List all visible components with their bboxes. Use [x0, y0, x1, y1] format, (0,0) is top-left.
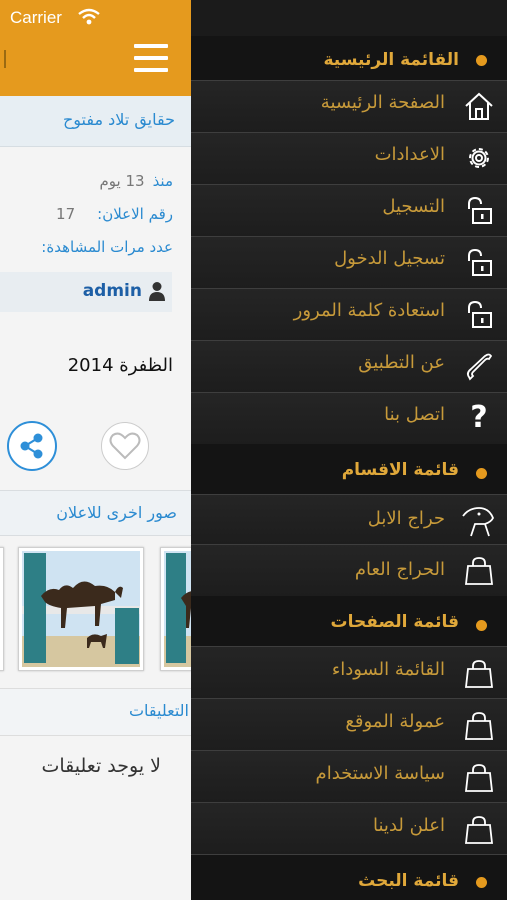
menu-item-label: القائمة السوداء — [331, 659, 445, 680]
ad-title-bar: حقايق تلاد مفتوح — [0, 96, 191, 147]
bag-icon — [464, 712, 494, 740]
menu-item-settings[interactable]: الاعدادات — [191, 132, 507, 184]
menu-item-register[interactable]: التسجيل — [191, 184, 507, 236]
menu-item-usage-policy[interactable]: سياسة الاستخدام — [191, 750, 507, 802]
lock-icon — [468, 300, 492, 328]
bullet-dot-icon — [476, 877, 487, 888]
ad-views-row: عدد مرات المشاهدة: — [33, 238, 173, 256]
share-icon — [20, 433, 43, 459]
section-header-main: القائمة الرئيسية — [191, 36, 507, 80]
menu-item-label: الصفحة الرئيسية — [320, 92, 445, 113]
camel-photo-image — [0, 548, 3, 670]
since-value: 13 يوم — [99, 172, 145, 190]
menu-item-home[interactable]: الصفحة الرئيسية — [191, 80, 507, 132]
hamburger-menu-icon[interactable] — [134, 44, 168, 74]
bullet-dot-icon — [476, 55, 487, 66]
views-label: عدد مرات المشاهدة: — [41, 238, 173, 256]
ad-number-label: رقم الاعلان: — [97, 205, 173, 223]
section-header-categories: قائمة الاقسام — [191, 444, 507, 494]
menu-item-camels[interactable]: حراج الابل — [191, 494, 507, 544]
more-photos-title: صور اخرى للاعلان — [56, 503, 177, 522]
left-edge-marker — [4, 50, 6, 68]
section-header-search: قائمة البحث — [191, 854, 507, 900]
menu-item-label: اعلن لدينا — [373, 815, 445, 836]
lock-icon — [468, 196, 492, 224]
side-menu: القائمة الرئيسية الصفحة الرئيسية الاعداد… — [191, 0, 507, 900]
photo-thumbnail[interactable] — [160, 547, 191, 671]
ad-title: حقايق تلاد مفتوح — [62, 110, 175, 129]
lock-icon — [468, 248, 492, 276]
menu-item-about[interactable]: عن التطبيق — [191, 340, 507, 392]
menu-item-label: سياسة الاستخدام — [315, 763, 445, 784]
menu-item-login[interactable]: تسجيل الدخول — [191, 236, 507, 288]
ad-number-value: 17 — [56, 205, 76, 223]
menu-item-label: التسجيل — [382, 196, 445, 217]
user-bar[interactable]: admin — [0, 272, 172, 312]
more-photos-bar: صور اخرى للاعلان — [0, 490, 191, 536]
camel-icon — [462, 507, 494, 537]
comments-bar: التعليقات — [0, 688, 191, 736]
home-icon — [465, 92, 493, 120]
section-title: قائمة الاقسام — [341, 460, 459, 480]
menu-item-label: عن التطبيق — [358, 352, 445, 373]
section-title: القائمة الرئيسية — [323, 50, 460, 70]
menu-item-blacklist[interactable]: القائمة السوداء — [191, 646, 507, 698]
section-title: قائمة الصفحات — [330, 612, 459, 632]
ad-city: الظفرة 2014 — [67, 355, 173, 376]
menu-item-password-recovery[interactable]: استعادة كلمة المرور — [191, 288, 507, 340]
bullet-dot-icon — [476, 468, 487, 479]
username[interactable]: admin — [83, 281, 142, 301]
no-comments-text: لا يوجد تعليقات — [41, 755, 161, 777]
menu-item-label: حراج الابل — [367, 508, 445, 529]
menu-item-label: اتصل بنا — [384, 404, 445, 425]
menu-item-advertise[interactable]: اعلن لدينا — [191, 802, 507, 854]
share-button[interactable] — [7, 421, 57, 471]
bullet-dot-icon — [476, 620, 487, 631]
ad-detail-panel: Carrier حقايق تلاد مفتوح منذ 13 يوم رقم ا… — [0, 0, 191, 900]
camel-photo-image — [22, 551, 140, 667]
camel-photo-image — [164, 551, 191, 667]
photo-thumbnail[interactable] — [0, 547, 4, 671]
ad-since-row: منذ 13 يوم — [99, 172, 173, 190]
comments-title: التعليقات — [128, 701, 189, 720]
section-title: قائمة البحث — [358, 871, 459, 891]
menu-item-general[interactable]: الحراج العام — [191, 544, 507, 596]
carrier-label: Carrier — [10, 8, 62, 27]
section-header-pages: قائمة الصفحات — [191, 596, 507, 646]
bag-icon — [464, 816, 494, 844]
menu-item-commission[interactable]: عمولة الموقع — [191, 698, 507, 750]
menu-item-label: الاعدادات — [374, 144, 445, 165]
menu-item-contact[interactable]: اتصل بنا ? — [191, 392, 507, 444]
menu-item-label: تسجيل الدخول — [334, 248, 445, 269]
bag-icon — [464, 557, 494, 585]
since-label: منذ — [152, 172, 173, 190]
menu-item-label: الحراج العام — [354, 559, 445, 580]
bag-icon — [464, 764, 494, 792]
user-icon — [149, 282, 165, 301]
phone-icon — [466, 353, 493, 381]
bag-icon — [464, 660, 494, 688]
gear-icon — [469, 148, 489, 168]
favorite-button[interactable] — [101, 422, 149, 470]
menu-item-label: عمولة الموقع — [345, 711, 445, 732]
question-icon: ? — [470, 400, 488, 435]
photo-thumbnail[interactable] — [18, 547, 144, 671]
menu-item-label: استعادة كلمة المرور — [293, 300, 445, 321]
wifi-icon — [78, 8, 100, 25]
top-bar: Carrier — [0, 0, 191, 96]
heart-icon — [109, 432, 141, 460]
ad-number-row: رقم الاعلان: 17 — [56, 205, 173, 223]
